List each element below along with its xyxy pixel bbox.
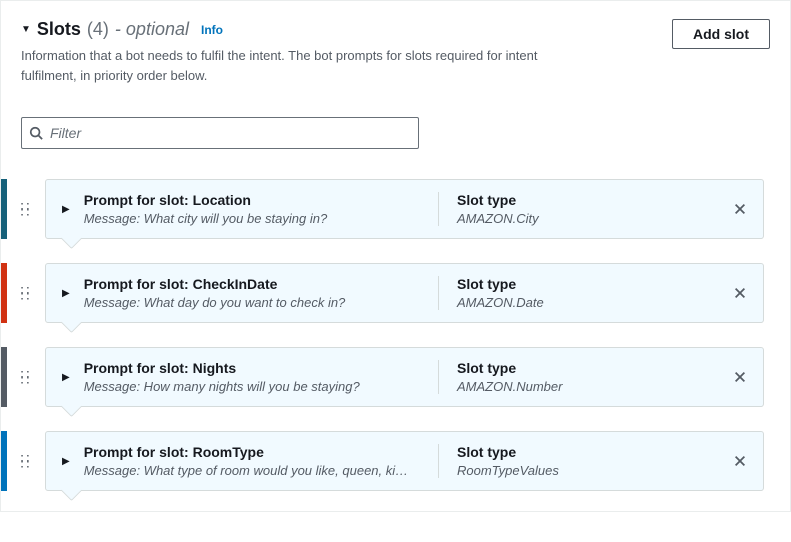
- slot-card[interactable]: ▶ Prompt for slot: Nights Message: How man…: [45, 347, 764, 407]
- card-divider: [438, 276, 439, 310]
- panel-optional: - optional: [115, 19, 189, 40]
- close-icon: [733, 286, 747, 300]
- slot-list: ∷∷ ▶ Prompt for slot: Location Message: Wha…: [1, 179, 790, 511]
- slot-row: ∷∷ ▶ Prompt for slot: CheckInDate Message: …: [1, 263, 790, 323]
- slot-type-label: Slot type: [457, 360, 717, 376]
- collapse-toggle-icon[interactable]: ▼: [21, 25, 31, 35]
- slot-prompt-message: Message: What day do you want to check i…: [84, 295, 420, 310]
- card-divider: [438, 360, 439, 394]
- remove-slot-button[interactable]: [733, 286, 747, 300]
- panel-count: (4): [87, 19, 109, 40]
- slot-type-label: Slot type: [457, 192, 717, 208]
- drag-handle-icon[interactable]: ∷∷: [21, 455, 32, 467]
- slot-type-value: AMAZON.City: [457, 211, 717, 226]
- slot-card[interactable]: ▶ Prompt for slot: CheckInDate Message: Wh…: [45, 263, 764, 323]
- slot-prompt-message: Message: How many nights will you be sta…: [84, 379, 420, 394]
- slot-type-label: Slot type: [457, 444, 717, 460]
- card-divider: [438, 444, 439, 478]
- expand-slot-icon[interactable]: ▶: [62, 288, 70, 299]
- remove-slot-button[interactable]: [733, 202, 747, 216]
- panel-header: ▼ Slots (4) - optional Info Information …: [1, 0, 790, 101]
- panel-description: Information that a bot needs to fulfil t…: [21, 46, 541, 85]
- close-icon: [733, 202, 747, 216]
- slot-prompt-title: Prompt for slot: Nights: [84, 360, 420, 376]
- expand-slot-icon[interactable]: ▶: [62, 372, 70, 383]
- info-link[interactable]: Info: [201, 23, 223, 37]
- slot-card[interactable]: ▶ Prompt for slot: Location Message: What …: [45, 179, 764, 239]
- expand-slot-icon[interactable]: ▶: [62, 204, 70, 215]
- expand-slot-icon[interactable]: ▶: [62, 456, 70, 467]
- slot-prompt-title: Prompt for slot: Location: [84, 192, 420, 208]
- search-icon: [29, 126, 43, 140]
- slot-type-value: RoomTypeValues: [457, 463, 717, 478]
- filter-input[interactable]: [21, 117, 419, 149]
- slot-prompt-message: Message: What type of room would you lik…: [84, 463, 420, 478]
- slot-prompt-title: Prompt for slot: CheckInDate: [84, 276, 420, 292]
- slot-prompt-title: Prompt for slot: RoomType: [84, 444, 420, 460]
- drag-handle-icon[interactable]: ∷∷: [21, 287, 32, 299]
- slot-prompt-message: Message: What city will you be staying i…: [84, 211, 420, 226]
- slot-row: ∷∷ ▶ Prompt for slot: RoomType Message: Wha…: [1, 431, 790, 491]
- remove-slot-button[interactable]: [733, 370, 747, 384]
- card-divider: [438, 192, 439, 226]
- drag-handle-icon[interactable]: ∷∷: [21, 371, 32, 383]
- slot-row: ∷∷ ▶ Prompt for slot: Nights Message: How m…: [1, 347, 790, 407]
- add-slot-button[interactable]: Add slot: [672, 19, 770, 49]
- slot-type-label: Slot type: [457, 276, 717, 292]
- close-icon: [733, 454, 747, 468]
- remove-slot-button[interactable]: [733, 454, 747, 468]
- slot-row: ∷∷ ▶ Prompt for slot: Location Message: Wha…: [1, 179, 790, 239]
- slot-card[interactable]: ▶ Prompt for slot: RoomType Message: What …: [45, 431, 764, 491]
- close-icon: [733, 370, 747, 384]
- panel-title: Slots: [37, 19, 81, 40]
- slot-type-value: AMAZON.Number: [457, 379, 717, 394]
- slot-type-value: AMAZON.Date: [457, 295, 717, 310]
- drag-handle-icon[interactable]: ∷∷: [21, 203, 32, 215]
